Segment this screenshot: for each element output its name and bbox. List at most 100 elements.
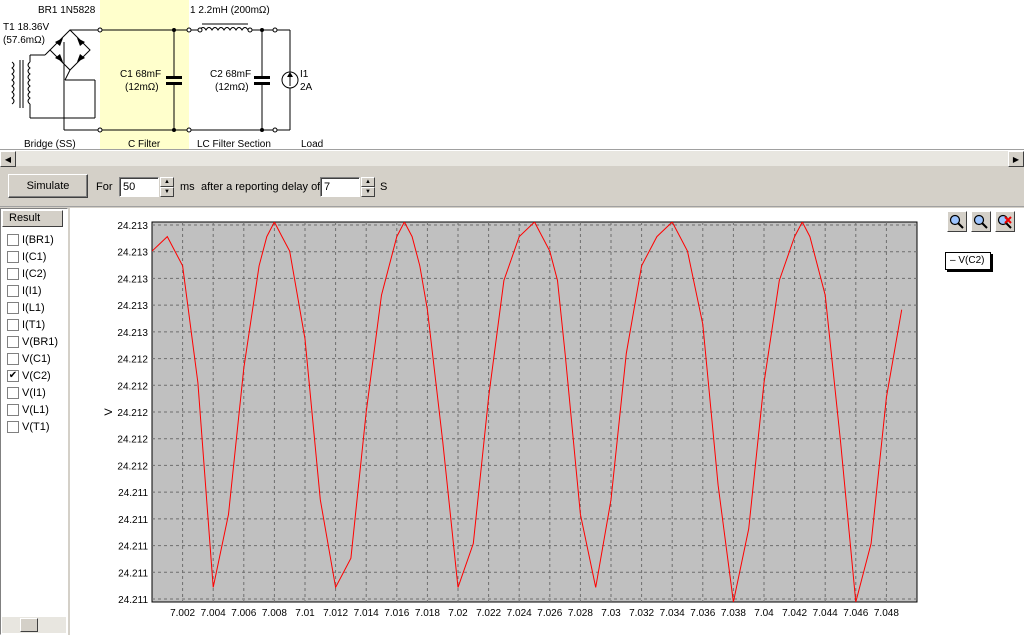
voltage-chart: 7.002 7.004 7.006 7.008 7.01 7.012 7.014 7.016 7… (103, 221, 918, 619)
y-tick-label: 24.212 (117, 355, 148, 366)
spin-up-icon[interactable]: ▲ (160, 177, 174, 187)
zoom-in-button[interactable] (947, 211, 967, 232)
result-item[interactable]: V(C1) (7, 350, 51, 367)
br1-label: BR1 1N5828 (38, 5, 96, 16)
checkbox[interactable] (7, 267, 19, 280)
schematic-panel: BR1 1N5828 T1 18.36V (57.6mΩ) 1 2.2mH (2… (0, 0, 1024, 150)
simulate-button[interactable]: Simulate (8, 174, 88, 198)
result-item[interactable]: ✔ V(C2) (7, 367, 51, 384)
result-list-panel: Result I(BR1) I(C1) I(C2) I(I1) I(L1) I(T1) V(… (0, 208, 68, 635)
inductor-coil (199, 27, 249, 31)
y-tick-label: 24.213 (117, 221, 148, 232)
delay-input[interactable] (320, 177, 360, 197)
scroll-thumb[interactable] (20, 618, 38, 632)
checkbox-checked[interactable]: ✔ (7, 369, 19, 382)
x-tick-label: 7.032 (629, 608, 654, 619)
result-item[interactable]: V(T1) (7, 418, 50, 435)
section-load-label: Load (301, 139, 324, 150)
x-tick-label: 7.006 (231, 608, 256, 619)
x-tick-label: 7.028 (568, 608, 593, 619)
x-tick-label: 7.03 (601, 608, 621, 619)
bridge-rectifier (49, 29, 91, 71)
x-tick-label: 7.012 (323, 608, 348, 619)
result-item[interactable]: V(L1) (7, 401, 49, 418)
checkbox[interactable] (7, 284, 19, 297)
y-tick-label: 24.211 (118, 488, 148, 499)
result-item-label: V(C1) (22, 352, 51, 365)
delay-label: after a reporting delay of (201, 181, 321, 193)
checkbox[interactable] (7, 352, 19, 365)
transformer-primary (11, 61, 15, 105)
result-item[interactable]: I(C1) (7, 248, 46, 265)
scroll-left-button[interactable]: ◀ (0, 151, 16, 167)
zoom-reset-button[interactable] (995, 211, 1015, 232)
zoom-in-icon (949, 214, 964, 229)
chart-area: 7.002 7.004 7.006 7.008 7.01 7.012 7.014 7.016 7… (70, 208, 1024, 635)
result-item[interactable]: V(I1) (7, 384, 46, 401)
x-tick-label: 7.024 (507, 608, 532, 619)
spin-up-icon[interactable]: ▲ (361, 177, 375, 187)
duration-input[interactable] (119, 177, 159, 197)
checkbox[interactable] (7, 233, 19, 246)
zoom-out-icon (973, 214, 988, 229)
spin-down-icon[interactable]: ▼ (160, 187, 174, 197)
x-tick-label: 7.042 (782, 608, 807, 619)
x-tick-label: 7.046 (843, 608, 868, 619)
legend-label: V(C2) (958, 255, 985, 266)
section-cfilter-label: C Filter (128, 139, 161, 150)
y-tick-label: 24.212 (117, 435, 148, 446)
app-window: BR1 1N5828 T1 18.36V (57.6mΩ) 1 2.2mH (2… (0, 0, 1024, 635)
result-item-label: I(C2) (22, 267, 47, 280)
seconds-label: S (380, 181, 388, 193)
x-tick-label: 7.018 (415, 608, 440, 619)
y-tick-label: 24.211 (118, 595, 148, 606)
i1-label: I1 (300, 69, 309, 80)
zoom-reset-icon (997, 214, 1012, 229)
checkbox[interactable] (7, 301, 19, 314)
simulation-toolbar: Simulate For ▲ ▼ ms after a reporting de… (0, 167, 1024, 207)
checkbox[interactable] (7, 403, 19, 416)
result-item[interactable]: I(BR1) (7, 231, 54, 248)
x-tick-label: 7.002 (170, 608, 195, 619)
result-item[interactable]: I(T1) (7, 316, 45, 333)
result-scrollbar[interactable] (2, 617, 66, 633)
zoom-out-button[interactable] (971, 211, 991, 232)
y-tick-label: 24.211 (118, 568, 148, 579)
delay-spinner[interactable]: ▲ ▼ (361, 177, 375, 197)
checkbox[interactable] (7, 318, 19, 331)
schematic-scrollbar[interactable]: ◀ ▶ (0, 150, 1024, 167)
x-tick-label: 7.02 (448, 608, 468, 619)
duration-spinner[interactable]: ▲ ▼ (160, 177, 174, 197)
c1-label: C1 68mF (120, 69, 162, 80)
result-item-label: I(L1) (22, 301, 45, 314)
checkbox[interactable] (7, 335, 19, 348)
c1-resistance: (12mΩ) (125, 82, 159, 93)
result-item[interactable]: I(L1) (7, 299, 45, 316)
checkbox[interactable] (7, 386, 19, 399)
result-item[interactable]: V(BR1) (7, 333, 58, 350)
x-tick-label: 7.01 (295, 608, 315, 619)
l1-label: 1 2.2mH (200mΩ) (190, 5, 270, 16)
spin-down-icon[interactable]: ▼ (361, 187, 375, 197)
x-tick-label: 7.044 (813, 608, 838, 619)
c2-label: C2 68mF (210, 69, 252, 80)
x-tick-label: 7.038 (721, 608, 746, 619)
scroll-right-button[interactable]: ▶ (1008, 151, 1024, 167)
y-tick-label: 24.213 (117, 274, 148, 285)
y-tick-label: 24.213 (117, 301, 148, 312)
section-lcfilter-label: LC Filter Section (197, 139, 271, 150)
result-column-header[interactable]: Result (2, 210, 63, 227)
checkbox[interactable] (7, 250, 19, 263)
result-item-label: I(C1) (22, 250, 47, 263)
result-item[interactable]: I(C2) (7, 265, 46, 282)
result-item-label: I(I1) (22, 284, 42, 297)
x-tick-label: 7.022 (476, 608, 501, 619)
result-item-label: V(BR1) (22, 335, 59, 348)
arrow-right-icon: ▶ (1012, 154, 1020, 164)
x-tick-label: 7.014 (354, 608, 379, 619)
result-item-label: I(T1) (22, 318, 46, 331)
x-tick-label: 7.034 (660, 608, 685, 619)
checkbox[interactable] (7, 420, 19, 433)
result-item[interactable]: I(I1) (7, 282, 42, 299)
x-tick-label: 7.04 (754, 608, 774, 619)
